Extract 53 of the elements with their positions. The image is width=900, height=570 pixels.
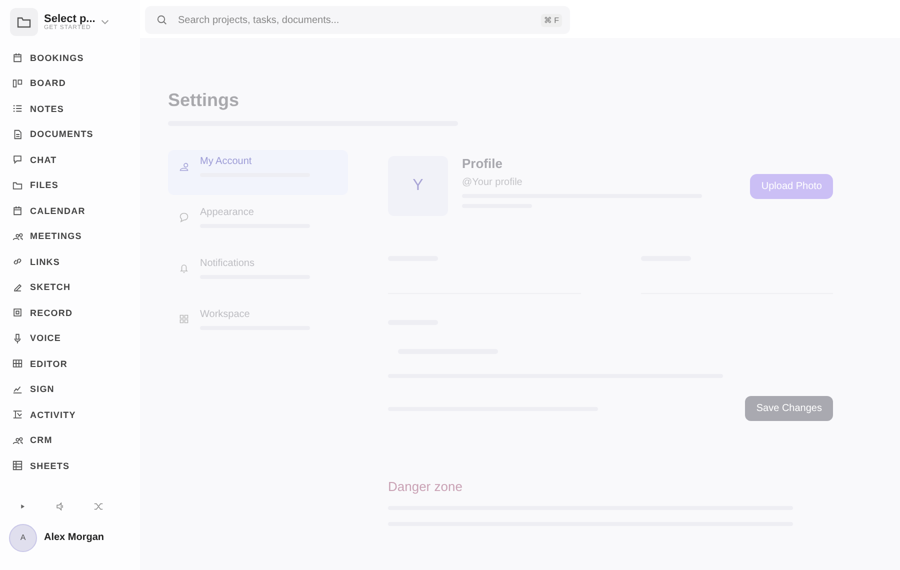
table-icon [12, 460, 23, 472]
speech-bubble-icon [178, 211, 190, 223]
document-icon [12, 128, 23, 140]
sidebar-item[interactable]: SKETCH [0, 274, 140, 300]
pencil-icon [12, 282, 23, 293]
link-icon [12, 256, 23, 268]
shuffle-icon[interactable] [93, 500, 104, 512]
profile-avatar: Y [388, 156, 448, 216]
sidebar-item[interactable]: LINKS [0, 249, 140, 274]
folder-icon [10, 8, 38, 36]
folder-icon [12, 180, 23, 191]
person-icon [178, 160, 190, 172]
sidebar-item[interactable]: CRM [0, 428, 140, 453]
sidebar-item[interactable]: RECORD [0, 300, 140, 326]
avatar[interactable]: A [9, 524, 37, 552]
people-icon [12, 434, 23, 446]
sidebar-item[interactable]: SHEETS [0, 453, 140, 478]
microphone-icon [12, 332, 23, 344]
grid-icon [178, 313, 190, 325]
signature-icon [12, 384, 23, 395]
profile-title: Profile [462, 156, 504, 171]
sidebar-item[interactable]: NOTES [0, 96, 140, 122]
danger-zone-title: Danger zone [388, 479, 464, 494]
list-icon [12, 103, 23, 114]
calendar-icon [12, 205, 23, 216]
sidebar-item[interactable]: SIGN [0, 376, 140, 402]
speaker-icon[interactable] [55, 500, 66, 512]
grid-icon [12, 358, 23, 370]
chevron-down-icon[interactable] [101, 19, 110, 25]
people-icon [12, 230, 23, 242]
chat-icon [12, 154, 23, 166]
user-name: Alex Morgan [44, 532, 104, 543]
sidebar-item[interactable]: VOICE [0, 326, 140, 351]
record-icon [12, 307, 23, 318]
sidebar-item[interactable]: ACTIVITY [0, 402, 140, 428]
sidebar-item[interactable]: DOCUMENTS [0, 122, 140, 147]
search-icon [156, 14, 168, 26]
activity-icon [12, 409, 23, 420]
calendar-icon [12, 52, 23, 64]
sidebar-item[interactable]: CALENDAR [0, 198, 140, 224]
sidebar-item[interactable]: EDITOR [0, 351, 140, 376]
sidebar-item[interactable]: BOOKINGS [0, 45, 140, 70]
project-title[interactable]: Select p... [44, 13, 96, 25]
sidebar-item[interactable]: BOARD [0, 70, 140, 96]
search-field[interactable]: Search projects, tasks, documents... [176, 14, 533, 26]
page-title: Settings [168, 90, 240, 111]
columns-icon [12, 78, 23, 89]
sidebar-item[interactable]: FILES [0, 172, 140, 198]
shortcut-hint: ⌘ F [540, 14, 562, 26]
bell-icon [178, 262, 190, 274]
sidebar-item[interactable]: MEETINGS [0, 224, 140, 249]
search-bar[interactable]: Search projects, tasks, documents... ⌘ F [145, 6, 570, 34]
sidebar-item[interactable]: CHAT [0, 147, 140, 172]
